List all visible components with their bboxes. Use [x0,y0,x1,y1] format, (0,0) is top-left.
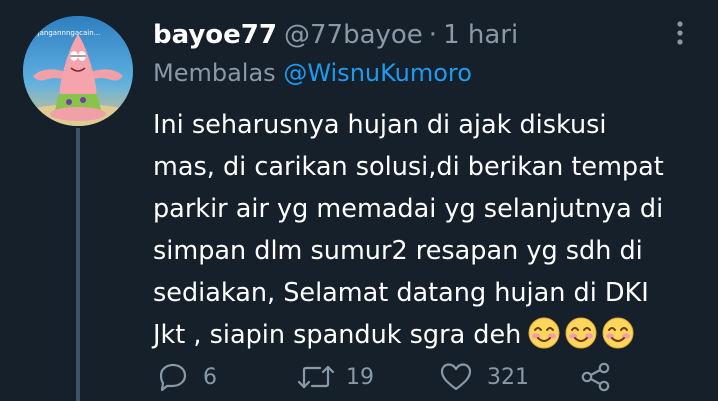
tweet[interactable]: ...jangannngacain... bayoe77 @77bayoe · … [0,0,718,401]
reply-icon [159,363,187,392]
user-handle[interactable]: @77bayoe [284,20,423,50]
mention-link[interactable]: @WisnuKumoro [283,59,472,87]
more-dots-icon [677,21,683,45]
retweet-button[interactable]: 19 [296,360,374,394]
reply-count: 6 [203,364,217,390]
emoji-group [527,316,635,350]
avatar-caption: ...jangannngacain... [31,29,101,37]
separator-dot: · [428,20,438,50]
smiling-face-with-smiling-eyes-icon [528,317,560,349]
reply-context: Membalas @WisnuKumoro [153,59,472,87]
tweet-text-content: Ini seharusnya hujan di ajak diskusi mas… [153,110,664,350]
smiling-face-with-smiling-eyes-icon [602,317,634,349]
share-button[interactable] [579,360,613,394]
display-name[interactable]: bayoe77 [153,20,277,50]
share-icon [581,362,610,392]
like-button[interactable]: 321 [439,360,529,394]
avatar[interactable]: ...jangannngacain... [23,16,133,126]
more-options-button[interactable] [668,18,692,48]
retweet-count: 19 [346,364,374,390]
heart-icon [440,363,472,391]
reply-prefix: Membalas [153,59,284,87]
thread-line [76,128,80,401]
tweet-header: bayoe77 @77bayoe · 1 hari [153,18,518,52]
timestamp[interactable]: 1 hari [443,20,518,50]
smiling-face-with-smiling-eyes-icon [565,317,597,349]
like-count: 321 [487,364,529,390]
tweet-text: Ini seharusnya hujan di ajak diskusi mas… [153,104,708,356]
retweet-icon [297,365,335,389]
reply-button[interactable]: 6 [157,360,217,394]
